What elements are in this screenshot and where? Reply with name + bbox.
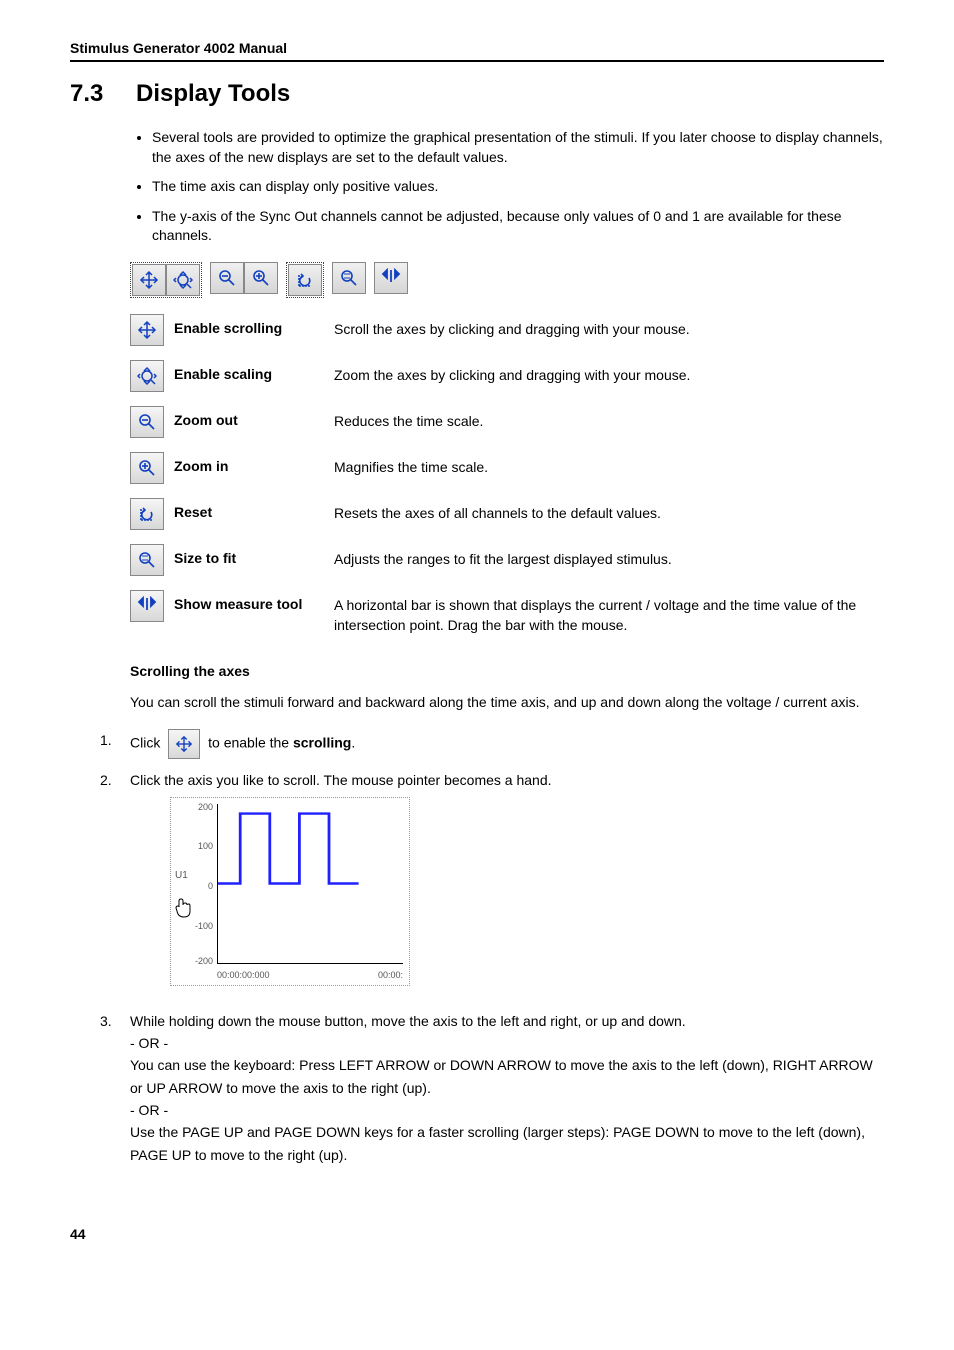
toolbar-group-scroll-scale [130, 262, 202, 298]
tool-row-size-to-fit: Size to fit Adjusts the ranges to fit th… [130, 544, 884, 576]
enable-scaling-button[interactable] [166, 264, 200, 296]
bullet-1: Several tools are provided to optimize t… [152, 128, 884, 167]
chart-waveform [218, 804, 403, 963]
tool-desc: A horizontal bar is shown that displays … [334, 590, 884, 635]
scrolling-intro: You can scroll the stimuli forward and b… [130, 693, 884, 713]
example-chart: 200 100 0 -100 -200 U1 [170, 797, 410, 985]
step-number: 2. [100, 769, 116, 1000]
reset-axes-icon [137, 504, 157, 524]
enable-scrolling-icon-cell [130, 314, 164, 346]
zoom-out-icon-cell [130, 406, 164, 438]
zoom-in-icon-cell [130, 452, 164, 484]
measure-tool-icon [381, 268, 401, 288]
scale-magnifier-icon [173, 270, 193, 290]
section-number: 7.3 [70, 80, 120, 108]
tool-label: Show measure tool [174, 590, 334, 612]
size-to-fit-icon [339, 268, 359, 288]
section-title-text: Display Tools [136, 80, 290, 108]
intro-bullets: Several tools are provided to optimize t… [130, 128, 884, 246]
step-2: 2. Click the axis you like to scroll. Th… [100, 769, 884, 1000]
ytick: -100 [195, 919, 213, 933]
ytick: 200 [198, 800, 213, 814]
zoom-in-icon [251, 268, 271, 288]
step3-or2: - OR - [130, 1102, 168, 1118]
scroll-arrows-icon [137, 320, 157, 340]
step1-suffix-a: to enable the [208, 734, 293, 750]
hand-cursor-icon [173, 897, 213, 919]
chart-y-axis: 200 100 0 -100 -200 U1 [177, 804, 217, 964]
page-number: 44 [70, 1226, 884, 1242]
tool-desc: Magnifies the time scale. [334, 452, 884, 478]
step1-prefix: Click [130, 734, 164, 750]
tool-row-scrolling: Enable scrolling Scroll the axes by clic… [130, 314, 884, 346]
step1-suffix-b: . [351, 734, 355, 750]
show-measure-tool-button[interactable] [374, 262, 408, 294]
tool-desc: Adjusts the ranges to fit the largest di… [334, 544, 884, 570]
tool-label: Enable scrolling [174, 314, 334, 336]
step-3: 3. While holding down the mouse button, … [100, 1010, 884, 1167]
measure-tool-icon [137, 596, 157, 616]
y-axis-label: U1 [175, 868, 213, 884]
tool-desc: Scroll the axes by clicking and dragging… [334, 314, 884, 340]
reset-axes-icon [295, 270, 315, 290]
xtick: 00:00: [378, 968, 403, 982]
step3-line1: While holding down the mouse button, mov… [130, 1013, 686, 1029]
scroll-arrows-icon [175, 735, 193, 753]
reset-icon-cell [130, 498, 164, 530]
toolbar-group-zoom [210, 262, 278, 298]
tool-row-zoom-in: Zoom in Magnifies the time scale. [130, 452, 884, 484]
step1-bold: scrolling [293, 734, 351, 750]
bullet-2: The time axis can display only positive … [152, 177, 884, 197]
enable-scrolling-button[interactable] [132, 264, 166, 296]
tool-label: Zoom in [174, 452, 334, 474]
tool-label: Reset [174, 498, 334, 520]
tool-desc: Reduces the time scale. [334, 406, 884, 432]
enable-scrolling-inline-button[interactable] [168, 729, 200, 759]
scroll-arrows-icon [139, 270, 159, 290]
scrolling-heading: Scrolling the axes [130, 663, 884, 679]
toolbar-group-reset [286, 262, 324, 298]
step2-text: Click the axis you like to scroll. The m… [130, 772, 552, 788]
chart-plot-area[interactable] [217, 804, 403, 964]
tool-label: Enable scaling [174, 360, 334, 382]
step3-line2: You can use the keyboard: Press LEFT ARR… [130, 1057, 873, 1095]
reset-button[interactable] [288, 264, 322, 296]
scale-magnifier-icon [137, 366, 157, 386]
size-to-fit-icon [137, 550, 157, 570]
toolbar-group-fit [332, 262, 366, 298]
step3-or1: - OR - [130, 1035, 168, 1051]
size-to-fit-button[interactable] [332, 262, 366, 294]
zoom-out-icon [217, 268, 237, 288]
toolbar-group-measure [374, 262, 408, 298]
step3-line3: Use the PAGE UP and PAGE DOWN keys for a… [130, 1124, 865, 1162]
display-toolbar [130, 262, 884, 298]
zoom-in-button[interactable] [244, 262, 278, 294]
tool-row-measure: Show measure tool A horizontal bar is sh… [130, 590, 884, 635]
enable-scaling-icon-cell [130, 360, 164, 392]
step-number: 1. [100, 729, 116, 759]
tool-row-scaling: Enable scaling Zoom the axes by clicking… [130, 360, 884, 392]
tool-label: Zoom out [174, 406, 334, 428]
tool-desc: Resets the axes of all channels to the d… [334, 498, 884, 524]
tool-descriptions: Enable scrolling Scroll the axes by clic… [130, 314, 884, 635]
tool-row-reset: Reset Resets the axes of all channels to… [130, 498, 884, 530]
zoom-out-icon [137, 412, 157, 432]
page-header: Stimulus Generator 4002 Manual [70, 40, 884, 62]
ytick: -200 [195, 954, 213, 968]
chart-x-axis: 00:00:00:000 00:00: [217, 964, 403, 982]
measure-icon-cell [130, 590, 164, 622]
step-1: 1. Click to enable the scrolling. [100, 729, 884, 759]
zoom-in-icon [137, 458, 157, 478]
xtick: 00:00:00:000 [217, 968, 270, 982]
section-heading: 7.3 Display Tools [70, 80, 884, 108]
tool-row-zoom-out: Zoom out Reduces the time scale. [130, 406, 884, 438]
bullet-3: The y-axis of the Sync Out channels cann… [152, 207, 884, 246]
size-to-fit-icon-cell [130, 544, 164, 576]
ytick: 100 [198, 839, 213, 853]
tool-label: Size to fit [174, 544, 334, 566]
step-number: 3. [100, 1010, 116, 1167]
tool-desc: Zoom the axes by clicking and dragging w… [334, 360, 884, 386]
zoom-out-button[interactable] [210, 262, 244, 294]
